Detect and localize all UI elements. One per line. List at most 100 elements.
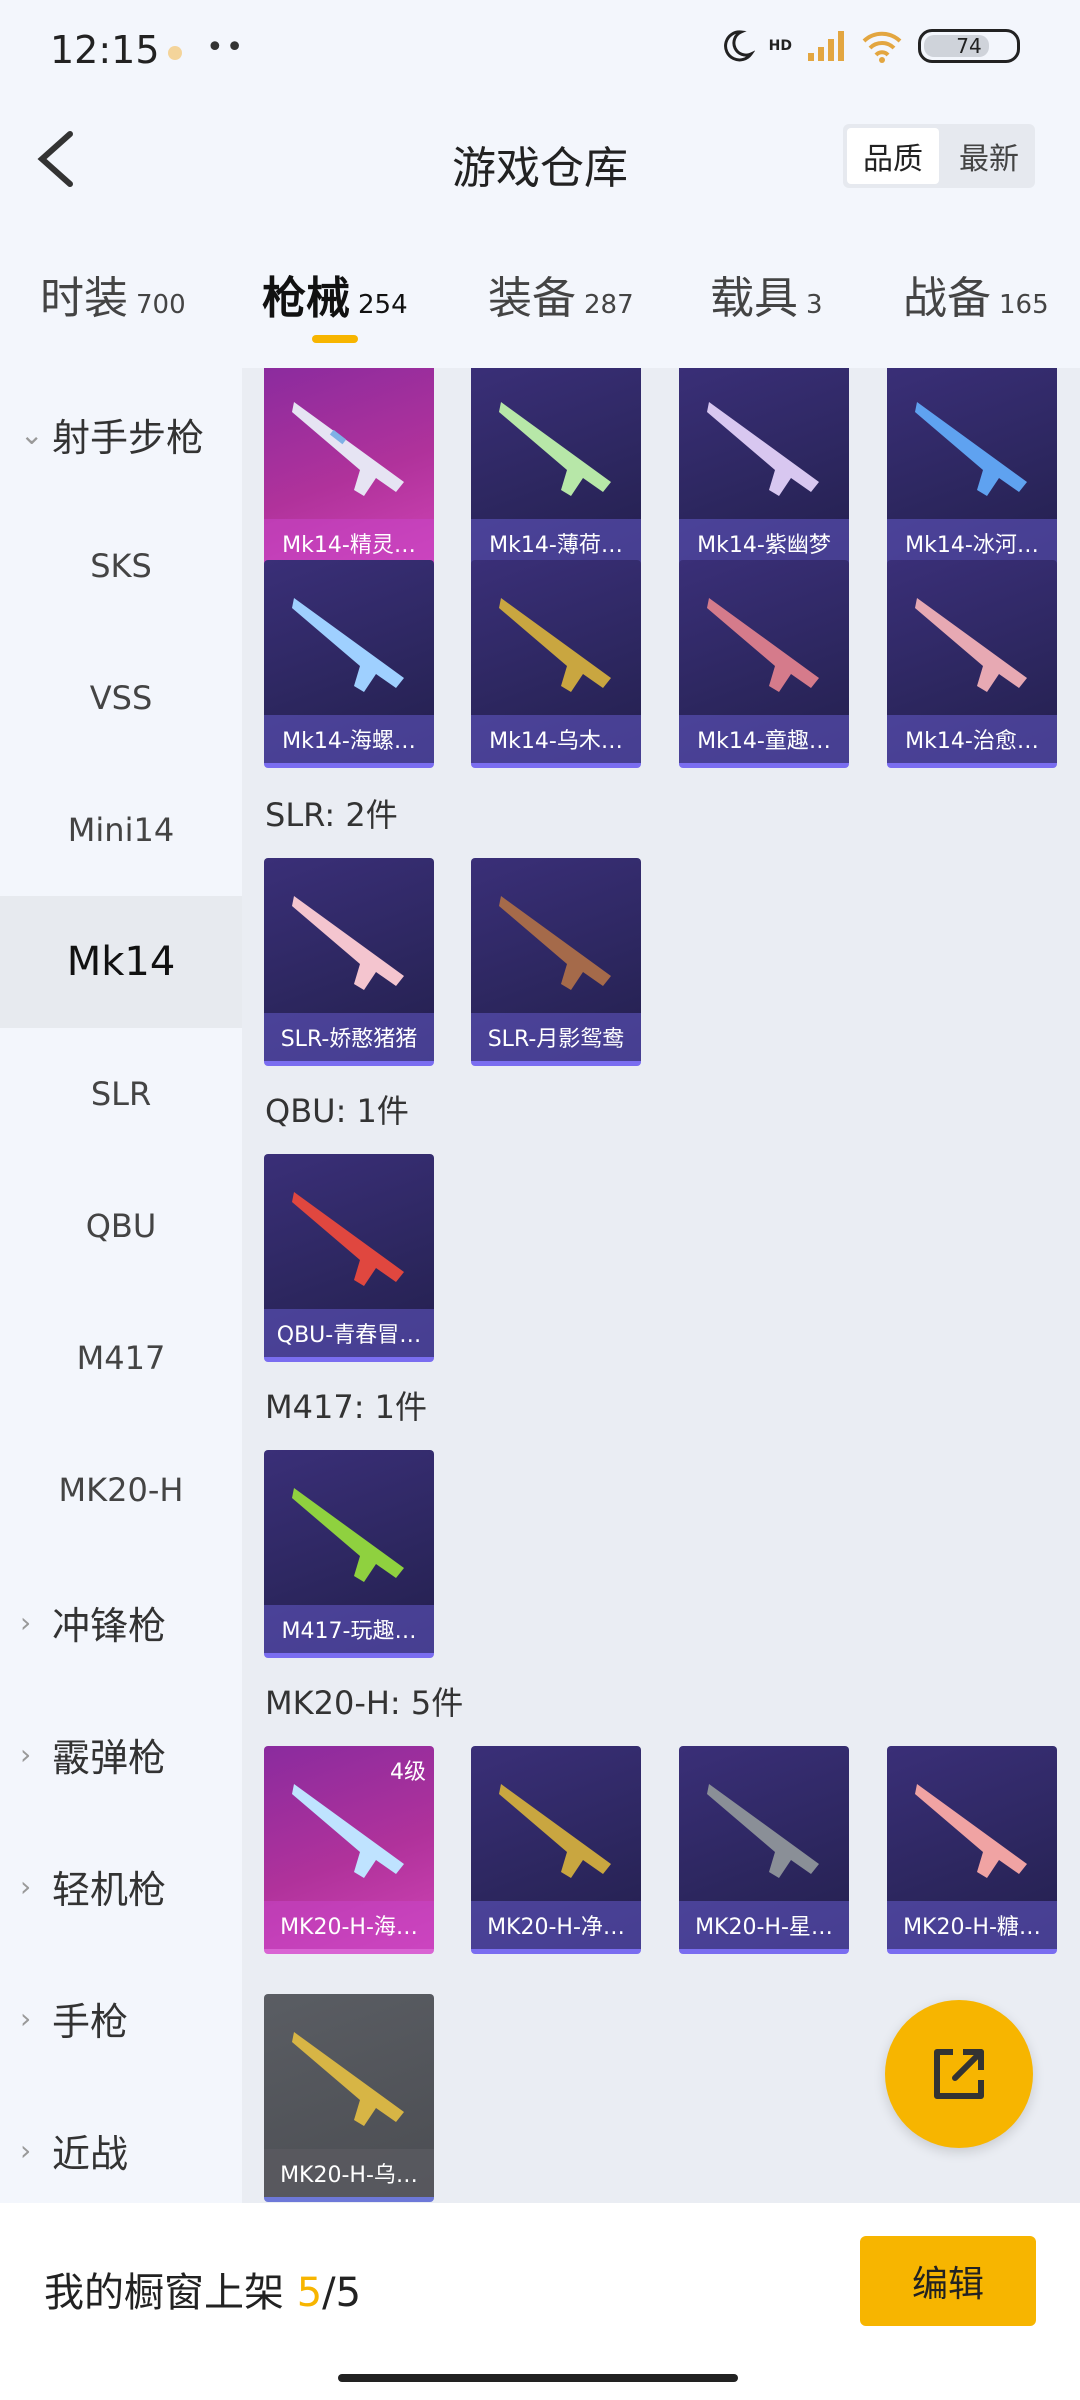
chevron-right-icon: › (20, 2133, 32, 2167)
weapon-sidebar: ⌄ 射手步枪 SKS VSS Mini14 Mk14 SLR QBU M417 … (0, 368, 242, 2203)
weapon-card[interactable]: Mk14-乌木… (471, 560, 641, 768)
sidebar-group-pistol[interactable]: › 手枪 (0, 1952, 242, 2084)
sidebar-group-melee[interactable]: › 近战 (0, 2084, 242, 2216)
rifle-skin-icon (707, 402, 819, 496)
weapon-card[interactable]: MK20-H-乌… (264, 1994, 434, 2202)
category-tabs: 时装 700 枪械 254 装备 287 载具 3 战备 165 (0, 262, 1080, 352)
tab-guns[interactable]: 枪械 254 (262, 262, 408, 326)
weapon-name: Mk14-童趣… (679, 715, 849, 763)
sidebar-group-label: 射手步枪 (52, 415, 205, 460)
status-bar: 12:15 •• HD 74 (0, 0, 1080, 100)
weapon-card[interactable]: Mk14-冰河… (887, 368, 1057, 572)
weapon-card[interactable]: Mk14-精灵… (264, 368, 434, 572)
status-time: 12:15 (50, 28, 160, 72)
sidebar-item-mk20h[interactable]: MK20-H (0, 1424, 242, 1556)
battery-level: 74 (956, 34, 982, 58)
chevron-right-icon: › (20, 1737, 32, 1771)
weapon-name: Mk14-治愈… (887, 715, 1057, 763)
sidebar-group-label: 手枪 (52, 1999, 129, 2044)
wifi-icon (862, 31, 902, 63)
sidebar-item-slr[interactable]: SLR (0, 1028, 242, 1160)
weapon-card[interactable]: MK20-H-净… (471, 1746, 641, 1954)
rifle-skin-icon (707, 1784, 819, 1878)
weapon-card[interactable]: M417-玩趣… (264, 1450, 434, 1658)
tab-label: 载具 (710, 273, 798, 324)
tab-fashion[interactable]: 时装 700 (40, 262, 186, 326)
sidebar-group-label: 霰弹枪 (52, 1735, 167, 1780)
weapon-card[interactable]: QBU-青春冒… (264, 1154, 434, 1362)
tab-count: 287 (584, 290, 634, 320)
external-link-icon (934, 2049, 984, 2099)
tab-label: 时装 (40, 273, 128, 324)
sidebar-group-shotgun[interactable]: › 霰弹枪 (0, 1688, 242, 1820)
sidebar-group-smg[interactable]: › 冲锋枪 (0, 1556, 242, 1688)
chevron-right-icon: › (20, 2001, 32, 2035)
rifle-skin-icon (292, 1784, 404, 1878)
weapon-card[interactable]: Mk14-薄荷… (471, 368, 641, 572)
tab-label: 枪械 (262, 273, 350, 324)
weapon-card[interactable]: Mk14-紫幽梦 (679, 368, 849, 572)
rifle-skin-icon (499, 402, 611, 496)
weapon-card[interactable]: Mk14-治愈… (887, 560, 1057, 768)
share-fab-button[interactable] (885, 2000, 1033, 2148)
tab-count: 700 (136, 290, 186, 320)
sidebar-item-mk14[interactable]: Mk14 (0, 896, 242, 1028)
tab-count: 254 (358, 290, 408, 320)
weapon-card[interactable]: MK20-H-糖… (887, 1746, 1057, 1954)
sidebar-group-sniper[interactable]: ⌄ 射手步枪 (0, 368, 242, 500)
sidebar-item-m417[interactable]: M417 (0, 1292, 242, 1424)
weapon-card[interactable]: SLR-娇憨猪猪 (264, 858, 434, 1066)
tab-supplies[interactable]: 战备 165 (903, 262, 1049, 326)
sidebar-item-qbu[interactable]: QBU (0, 1160, 242, 1292)
home-indicator[interactable] (338, 2374, 738, 2382)
section-title-mk20h: MK20-H: 5件 (265, 1684, 464, 1722)
rifle-skin-icon (707, 598, 819, 692)
rifle-skin-icon (292, 402, 404, 496)
tab-label: 战备 (903, 273, 991, 324)
battery-icon: 74 (918, 29, 1020, 63)
weapon-card[interactable]: SLR-月影鸳鸯 (471, 858, 641, 1066)
sidebar-item-sks[interactable]: SKS (0, 500, 242, 632)
sidebar-item-vss[interactable]: VSS (0, 632, 242, 764)
weapon-name: Mk14-乌木… (471, 715, 641, 763)
showcase-label: 我的橱窗上架 (44, 2270, 284, 2316)
weapon-name: SLR-月影鸳鸯 (471, 1013, 641, 1061)
app-header: 游戏仓库 品质 最新 (0, 110, 1080, 210)
edit-button[interactable]: 编辑 (860, 2236, 1036, 2326)
weapon-name: MK20-H-乌… (264, 2149, 434, 2197)
notification-dot-icon (168, 46, 182, 60)
sidebar-item-mini14[interactable]: Mini14 (0, 764, 242, 896)
rifle-skin-icon (915, 1784, 1027, 1878)
weapon-card[interactable]: Mk14-海螺… (264, 560, 434, 768)
weapon-name: MK20-H-净… (471, 1901, 641, 1949)
rifle-skin-icon (499, 896, 611, 990)
weapon-name: M417-玩趣… (264, 1605, 434, 1653)
weapon-card[interactable]: MK20-H-星… (679, 1746, 849, 1954)
showcase-status: 我的橱窗上架 5/5 (44, 2260, 361, 2318)
rifle-skin-icon (292, 896, 404, 990)
tab-count: 165 (999, 290, 1049, 320)
showcase-separator: / (322, 2270, 336, 2316)
status-icons: HD 74 (719, 28, 1020, 64)
showcase-count: 5 (296, 2270, 323, 2316)
signal-icon (808, 31, 844, 61)
tab-equipment[interactable]: 装备 287 (488, 262, 634, 326)
weapon-grid: Mk14-精灵… Mk14-薄荷… Mk14-紫幽梦 Mk14-冰河… Mk14… (242, 368, 1080, 2203)
sort-quality-button[interactable]: 品质 (847, 128, 939, 184)
more-notifications-icon: •• (206, 30, 246, 65)
rifle-skin-icon (292, 1192, 404, 1286)
weapon-card[interactable]: 4级 MK20-H-海… (264, 1746, 434, 1954)
weapon-name: MK20-H-糖… (887, 1901, 1057, 1949)
tab-label: 装备 (488, 273, 576, 324)
weapon-card[interactable]: Mk14-童趣… (679, 560, 849, 768)
section-title-slr: SLR: 2件 (265, 796, 398, 834)
tab-vehicles[interactable]: 载具 3 (710, 262, 823, 326)
section-title-m417: M417: 1件 (265, 1388, 428, 1426)
tab-count: 3 (806, 290, 823, 320)
sort-latest-button[interactable]: 最新 (943, 124, 1035, 188)
sidebar-group-lmg[interactable]: › 轻机枪 (0, 1820, 242, 1952)
rifle-skin-icon (499, 1784, 611, 1878)
rifle-skin-icon (499, 598, 611, 692)
showcase-total: 5 (335, 2270, 362, 2316)
rifle-skin-icon (292, 1488, 404, 1582)
